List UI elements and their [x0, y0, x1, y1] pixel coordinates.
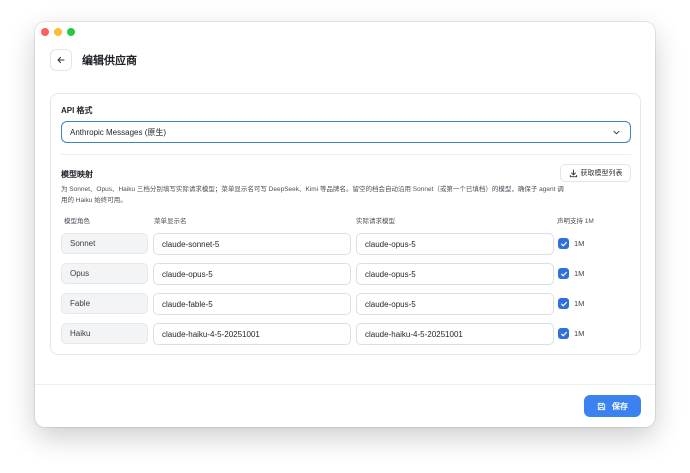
model-mapping-description: 为 Sonnet、Opus、Haiku 三档分别填写实际请求模型；菜单显示名可写…: [61, 184, 633, 206]
column-header-display-name: 菜单显示名: [154, 218, 187, 225]
provider-form-card: API 格式 Anthropic Messages (原生) 模型映射 获取模型…: [50, 93, 641, 355]
check-icon: [560, 241, 567, 246]
supports-1m-checkbox[interactable]: 1M: [558, 328, 584, 339]
checkbox-box[interactable]: [558, 328, 569, 339]
download-icon: [569, 169, 577, 177]
fetch-model-list-label: 获取模型列表: [580, 170, 623, 177]
supports-1m-label: 1M: [574, 239, 585, 248]
window-controls: [41, 28, 75, 36]
footer-divider: [35, 384, 655, 385]
supports-1m-label: 1M: [574, 299, 585, 308]
supports-1m-label: 1M: [574, 269, 585, 278]
check-icon: [560, 331, 567, 336]
actual-model-input[interactable]: claude-opus-5: [356, 263, 554, 285]
fetch-model-list-button[interactable]: 获取模型列表: [560, 164, 631, 182]
actual-model-input[interactable]: claude-opus-5: [356, 293, 554, 315]
role-cell: Opus: [61, 263, 148, 284]
supports-1m-checkbox[interactable]: 1M: [558, 298, 584, 309]
save-label: 保存: [612, 401, 628, 411]
page-header: 编辑供应商: [50, 48, 137, 72]
api-format-select[interactable]: Anthropic Messages (原生): [61, 121, 631, 143]
checkbox-box[interactable]: [558, 298, 569, 309]
description-line: 为 Sonnet、Opus、Haiku 三档分别填写实际请求模型；菜单显示名可写…: [61, 186, 564, 193]
page-title: 编辑供应商: [82, 55, 137, 67]
checkbox-box[interactable]: [558, 238, 569, 249]
app-window: 编辑供应商 API 格式 Anthropic Messages (原生) 模型映…: [35, 22, 655, 427]
mapping-row-haiku: Haiku claude-haiku-4-5-20251001 claude-h…: [61, 323, 632, 345]
description-line: 用的 Haiku 始终可用。: [61, 197, 127, 204]
display-name-input[interactable]: claude-haiku-4-5-20251001: [153, 323, 351, 345]
mapping-row-opus: Opus claude-opus-5 claude-opus-5 1M: [61, 263, 632, 285]
display-name-input[interactable]: claude-opus-5: [153, 263, 351, 285]
role-cell: Sonnet: [61, 233, 148, 254]
close-window-button[interactable]: [41, 28, 49, 36]
back-button[interactable]: [50, 49, 72, 71]
role-cell: Haiku: [61, 323, 148, 344]
mapping-row-sonnet: Sonnet claude-sonnet-5 claude-opus-5 1M: [61, 233, 632, 255]
supports-1m-checkbox[interactable]: 1M: [558, 268, 584, 279]
checkbox-box[interactable]: [558, 268, 569, 279]
save-icon: [597, 402, 606, 410]
supports-1m-label: 1M: [574, 329, 585, 338]
chevron-down-icon: [613, 130, 620, 135]
model-mapping-label: 模型映射: [61, 170, 93, 179]
mapping-row-fable: Fable claude-fable-5 claude-opus-5 1M: [61, 293, 632, 315]
check-icon: [560, 271, 567, 276]
supports-1m-checkbox[interactable]: 1M: [558, 238, 584, 249]
actual-model-input[interactable]: claude-haiku-4-5-20251001: [356, 323, 554, 345]
check-icon: [560, 301, 567, 306]
minimize-window-button[interactable]: [54, 28, 62, 36]
display-name-input[interactable]: claude-fable-5: [153, 293, 351, 315]
api-format-label: API 格式: [61, 106, 93, 115]
save-button[interactable]: 保存: [584, 395, 641, 417]
actual-model-input[interactable]: claude-opus-5: [356, 233, 554, 255]
column-header-role: 模型角色: [64, 218, 90, 225]
column-header-actual-model: 实际请求模型: [356, 218, 395, 225]
section-divider: [61, 154, 631, 155]
arrow-left-icon: [57, 56, 65, 64]
api-format-value: Anthropic Messages (原生): [70, 127, 167, 137]
column-header-supports-1m: 声明支持 1M: [557, 218, 594, 225]
display-name-input[interactable]: claude-sonnet-5: [153, 233, 351, 255]
role-cell: Fable: [61, 293, 148, 314]
maximize-window-button[interactable]: [67, 28, 75, 36]
